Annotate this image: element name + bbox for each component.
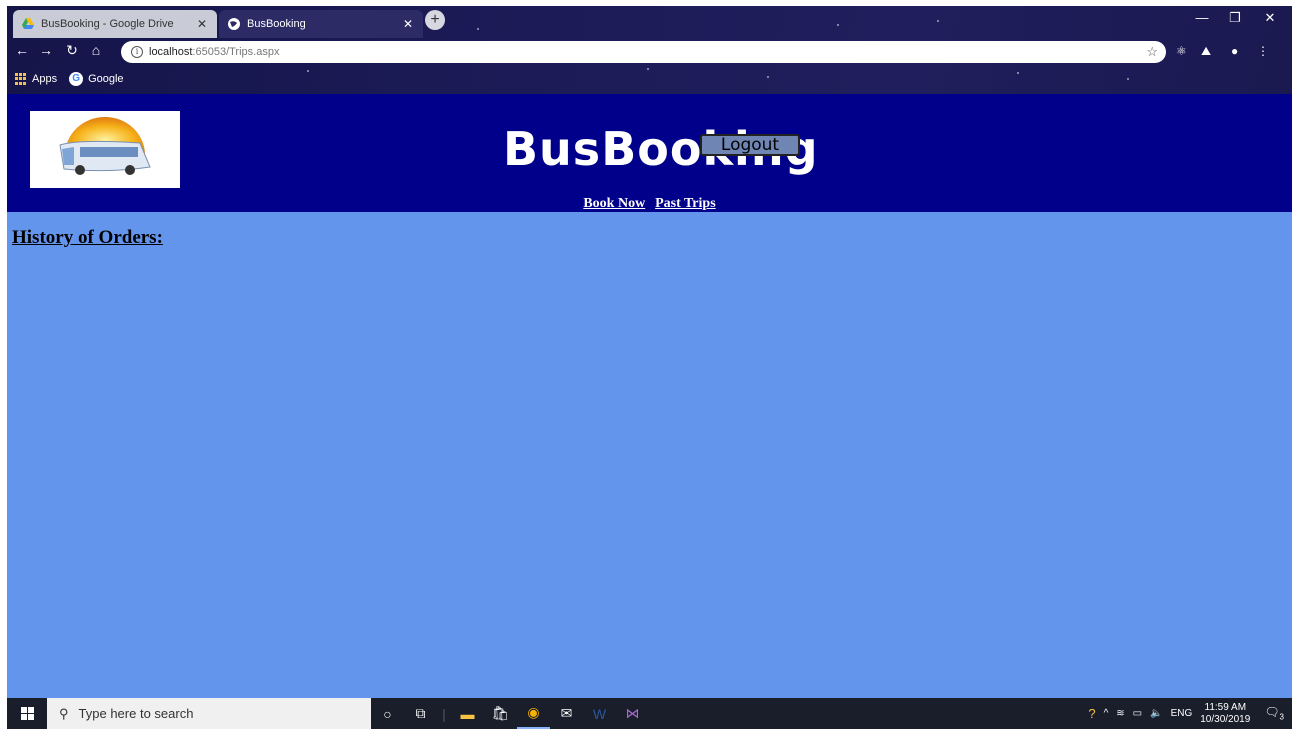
menu-kebab-icon[interactable]: ⋮	[1257, 44, 1269, 58]
visual-studio-icon[interactable]: ⋈	[616, 698, 649, 729]
site-nav: Book Now Past Trips	[7, 194, 1292, 212]
bus-logo-icon	[59, 116, 151, 175]
notification-count: 3	[1279, 712, 1284, 722]
nav-link-book-now[interactable]: Book Now	[583, 196, 645, 211]
windows-logo-icon	[20, 707, 34, 720]
extension-atom-icon[interactable]: ⚛	[1176, 44, 1187, 58]
bookmarks-bar: Apps G Google	[7, 66, 1292, 92]
globe-icon	[228, 18, 240, 30]
tab-title: BusBooking - Google Drive	[41, 18, 174, 30]
chevron-up-icon[interactable]: ^	[1104, 708, 1109, 719]
close-icon[interactable]: ✕	[195, 17, 209, 31]
word-icon[interactable]: W	[583, 698, 616, 729]
google-icon: G	[69, 72, 84, 86]
search-icon: ⚲	[59, 705, 69, 721]
bookmark-google[interactable]: G Google	[69, 72, 124, 86]
clock-date: 10/30/2019	[1200, 713, 1251, 725]
browser-chrome: BusBooking - Google Drive ✕ BusBooking ✕…	[7, 6, 1292, 94]
tab-title: BusBooking	[247, 18, 306, 30]
info-icon[interactable]: i	[131, 46, 143, 58]
clock[interactable]: 11:59 AM 10/30/2019	[1200, 702, 1250, 726]
system-tray: ? ^ ≋ ▭ 🔈 ENG 11:59 AM 10/30/2019 🗨3	[1088, 702, 1292, 726]
chrome-icon[interactable]: ◉	[517, 698, 550, 729]
bookmark-label: Apps	[32, 73, 58, 85]
battery-icon[interactable]: ▭	[1133, 708, 1142, 719]
address-bar[interactable]: i localhost:65053/Trips.aspx ☆	[121, 41, 1166, 63]
close-icon[interactable]: ✕	[401, 17, 415, 31]
tab-busbooking[interactable]: BusBooking ✕	[219, 10, 423, 38]
tab-google-drive[interactable]: BusBooking - Google Drive ✕	[13, 10, 217, 38]
page-body: BusBooking Logout Book Now Past Trips Hi…	[7, 94, 1292, 698]
bookmark-label: Google	[88, 73, 124, 85]
search-placeholder: Type here to search	[78, 706, 194, 721]
taskbar-search[interactable]: ⚲ Type here to search	[47, 698, 371, 729]
url-path: :65053/Trips.aspx	[192, 46, 280, 58]
back-icon[interactable]: ←	[13, 42, 31, 58]
bookmark-apps[interactable]: Apps	[15, 73, 57, 85]
url-host: localhost	[149, 46, 193, 58]
store-icon[interactable]: 🛍	[484, 698, 517, 729]
cortana-icon[interactable]: ○	[371, 698, 404, 729]
task-view-icon[interactable]: ⧉	[404, 698, 437, 729]
close-window-icon[interactable]: ✕	[1255, 10, 1285, 26]
clock-time: 11:59 AM	[1204, 701, 1247, 713]
help-icon[interactable]: ?	[1088, 706, 1095, 721]
minimize-icon[interactable]: —	[1187, 10, 1217, 25]
profile-avatar-icon[interactable]: ●	[1231, 44, 1238, 58]
taskbar: ⚲ Type here to search ○ ⧉ | ▬ 🛍 ◉ ✉ W ⋈ …	[7, 698, 1292, 729]
forward-icon[interactable]: →	[37, 42, 55, 58]
extension-icon[interactable]: ⛰	[1201, 44, 1211, 59]
section-heading: History of Orders:	[12, 227, 163, 248]
mail-icon[interactable]: ✉	[550, 698, 583, 729]
nav-link-past-trips[interactable]: Past Trips	[655, 196, 716, 211]
restore-icon[interactable]: ❐	[1220, 10, 1250, 26]
home-icon[interactable]: ⌂	[87, 42, 105, 58]
language-indicator[interactable]: ENG	[1171, 708, 1193, 719]
google-drive-icon	[22, 18, 34, 29]
logout-button[interactable]: Logout	[700, 134, 800, 156]
file-explorer-icon[interactable]: ▬	[451, 698, 484, 729]
taskbar-divider: |	[442, 705, 446, 722]
toolbar: ← → ↻ ⌂ i localhost:65053/Trips.aspx ☆ ⚛…	[7, 38, 1292, 66]
notification-icon[interactable]: 🗨3	[1264, 705, 1284, 721]
new-tab-button[interactable]: +	[425, 10, 445, 30]
volume-icon[interactable]: 🔈	[1150, 708, 1162, 719]
network-icon[interactable]: ≋	[1116, 708, 1124, 719]
bookmark-star-icon[interactable]: ☆	[1146, 44, 1158, 60]
site-logo	[30, 111, 180, 188]
reload-icon[interactable]: ↻	[63, 42, 81, 59]
start-button[interactable]	[7, 698, 47, 729]
apps-grid-icon	[15, 73, 27, 85]
site-header: BusBooking Logout Book Now Past Trips	[7, 94, 1292, 212]
